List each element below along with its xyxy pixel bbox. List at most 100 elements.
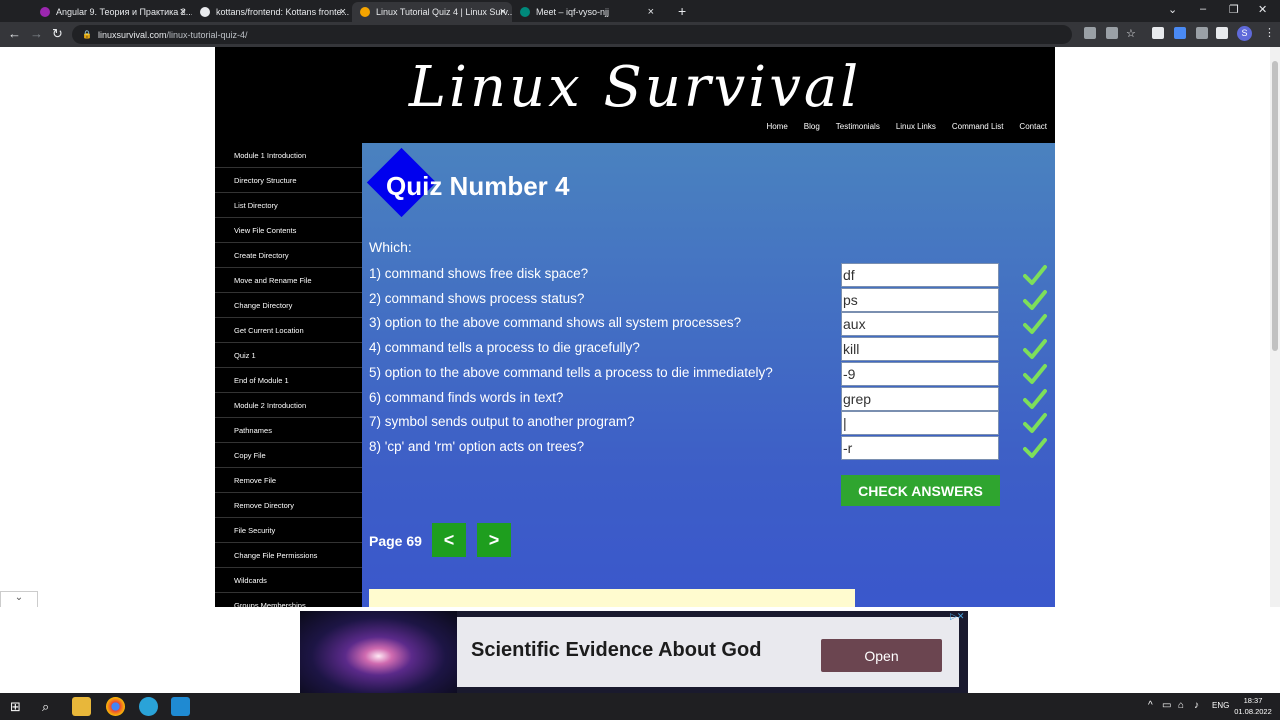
nav-command-list[interactable]: Command List xyxy=(952,122,1004,131)
sidebar-item[interactable]: Pathnames xyxy=(215,418,362,443)
page-number: Page 69 xyxy=(369,533,422,549)
tab-linux-survival[interactable]: Linux Tutorial Quiz 4 | Linux Surv... × xyxy=(352,2,512,22)
tray-chevron-up-icon[interactable]: ^ xyxy=(1148,700,1153,711)
nav-linux-links[interactable]: Linux Links xyxy=(896,122,936,131)
sidebar-item[interactable]: Groups Memberships xyxy=(215,593,362,608)
site-header: Linux Survival Home Blog Testimonials Li… xyxy=(215,47,1055,143)
nav-contact[interactable]: Contact xyxy=(1019,122,1047,131)
answer-input[interactable]: kill xyxy=(841,337,999,362)
sidebar-item[interactable]: Copy File xyxy=(215,443,362,468)
sidebar-item[interactable]: Create Directory xyxy=(215,243,362,268)
window-close-icon[interactable]: ✕ xyxy=(1258,3,1267,16)
search-icon[interactable]: ⌕ xyxy=(42,699,49,715)
extension-translate-icon[interactable] xyxy=(1174,27,1186,39)
new-tab-icon[interactable]: + xyxy=(678,3,686,19)
answer-input[interactable]: grep xyxy=(841,386,999,411)
answer-input[interactable]: -r xyxy=(841,435,999,460)
sidebar-item[interactable]: Move and Rename File xyxy=(215,268,362,293)
reading-list-icon[interactable] xyxy=(1216,27,1228,39)
sidebar-item[interactable]: Get Current Location xyxy=(215,318,362,343)
forward-icon[interactable]: → xyxy=(30,26,43,41)
puzzle-extensions-icon[interactable] xyxy=(1196,27,1208,39)
sidebar-item[interactable]: Module 2 Introduction xyxy=(215,393,362,418)
address-bar[interactable]: 🔒 linuxsurvival.com /linux-tutorial-quiz… xyxy=(72,25,1072,44)
tab-title: Angular 9. Теория и Практика 2... xyxy=(56,7,192,17)
sidebar-item[interactable]: Wildcards xyxy=(215,568,362,593)
scrollbar-thumb[interactable] xyxy=(1272,61,1278,351)
telegram-icon[interactable] xyxy=(139,697,158,716)
sidebar-item[interactable]: Remove File xyxy=(215,468,362,493)
page-scrollbar[interactable] xyxy=(1270,47,1280,607)
browser-toolbar: ← → ↻ 🔒 linuxsurvival.com /linux-tutoria… xyxy=(0,22,1280,47)
advertisement[interactable]: Scientific Evidence About God Open ▷✕ xyxy=(300,611,968,693)
minimize-icon[interactable]: – xyxy=(1200,3,1206,15)
sidebar-item[interactable]: View File Contents xyxy=(215,218,362,243)
translate-icon[interactable] xyxy=(1084,27,1096,39)
question-row: 6) command finds words in text? grep xyxy=(369,386,1049,411)
ad-open-button[interactable]: Open xyxy=(821,639,942,672)
nav-testimonials[interactable]: Testimonials xyxy=(836,122,880,131)
question-row: 7) symbol sends output to another progra… xyxy=(369,411,1049,436)
sidebar-item[interactable]: Module 1 Introduction xyxy=(215,143,362,168)
tab-angular[interactable]: Angular 9. Теория и Практика 2... × xyxy=(32,2,192,22)
menu-kebab-icon[interactable]: ⋮ xyxy=(1264,26,1275,39)
tab-github[interactable]: kottans/frontend: Kottans fronte... × xyxy=(192,2,352,22)
share-icon[interactable] xyxy=(1106,27,1118,39)
nav-blog[interactable]: Blog xyxy=(804,122,820,131)
site-logo[interactable]: Linux Survival xyxy=(215,55,1055,120)
sidebar-item[interactable]: End of Module 1 xyxy=(215,368,362,393)
checkmark-icon xyxy=(1023,339,1047,360)
sidebar-item[interactable]: File Security xyxy=(215,518,362,543)
ad-close-icon[interactable]: ▷✕ xyxy=(950,611,964,622)
clock[interactable]: 18:37 01.08.2022 xyxy=(1234,695,1272,717)
sidebar-item[interactable]: Quiz 1 xyxy=(215,343,362,368)
ad-headline[interactable]: Scientific Evidence About God xyxy=(471,639,761,662)
tab-meet[interactable]: Meet – iqf-vyso-njj × xyxy=(512,2,662,22)
extension-icon[interactable] xyxy=(1152,27,1164,39)
galaxy-image xyxy=(300,611,457,693)
checkmark-icon xyxy=(1023,289,1047,310)
sidebar-item[interactable]: Directory Structure xyxy=(215,168,362,193)
answer-input[interactable]: | xyxy=(841,411,999,436)
ad-panel: Scientific Evidence About God Open xyxy=(457,617,959,687)
restore-icon[interactable]: ❐ xyxy=(1229,3,1239,16)
check-answers-button[interactable]: CHECK ANSWERS xyxy=(841,475,1000,506)
tab-search-chevron-icon[interactable]: ⌄ xyxy=(1168,3,1177,16)
volume-icon[interactable]: ♪ xyxy=(1194,700,1199,711)
close-icon[interactable]: × xyxy=(180,6,186,18)
back-icon[interactable]: ← xyxy=(8,26,21,41)
vscode-icon[interactable] xyxy=(171,697,190,716)
browser-tab-strip: Angular 9. Теория и Практика 2... × kott… xyxy=(0,0,1280,22)
sidebar-item[interactable]: Remove Directory xyxy=(215,493,362,518)
reload-icon[interactable]: ↻ xyxy=(52,26,63,42)
nav-home[interactable]: Home xyxy=(766,122,787,131)
network-icon[interactable]: ▭ xyxy=(1162,700,1171,711)
answer-input[interactable]: aux xyxy=(841,312,999,337)
chrome-icon[interactable] xyxy=(106,697,125,716)
close-icon[interactable]: × xyxy=(648,6,654,18)
sidebar-item[interactable]: Change File Permissions xyxy=(215,543,362,568)
next-page-button[interactable]: > xyxy=(477,523,511,557)
clock-time: 18:37 xyxy=(1243,696,1263,705)
question-text: 4) command tells a process to die gracef… xyxy=(369,340,640,356)
question-row: 5) option to the above command tells a p… xyxy=(369,361,1049,386)
checkmark-icon xyxy=(1023,388,1047,409)
sidebar-item[interactable]: Change Directory xyxy=(215,293,362,318)
file-explorer-icon[interactable] xyxy=(72,697,91,716)
answer-input[interactable]: ps xyxy=(841,287,999,312)
profile-avatar[interactable]: S xyxy=(1237,26,1252,41)
bookmark-star-icon[interactable]: ☆ xyxy=(1126,27,1136,40)
close-icon[interactable]: × xyxy=(500,6,506,18)
question-row: 3) option to the above command shows all… xyxy=(369,312,1049,337)
sidebar-item[interactable]: List Directory xyxy=(215,193,362,218)
answer-input[interactable]: df xyxy=(841,263,999,287)
chevron-down-icon[interactable]: ⌄ xyxy=(0,591,38,607)
wifi-icon[interactable]: ⌂ xyxy=(1178,700,1184,711)
close-icon[interactable]: × xyxy=(340,6,346,18)
previous-page-button[interactable]: < xyxy=(432,523,466,557)
answer-input[interactable]: -9 xyxy=(841,361,999,386)
quiz-title: Quiz Number 4 xyxy=(386,171,570,201)
language-indicator[interactable]: ENG xyxy=(1212,701,1229,710)
question-text: 3) option to the above command shows all… xyxy=(369,315,742,331)
windows-start-icon[interactable]: ⊞ xyxy=(10,699,21,715)
